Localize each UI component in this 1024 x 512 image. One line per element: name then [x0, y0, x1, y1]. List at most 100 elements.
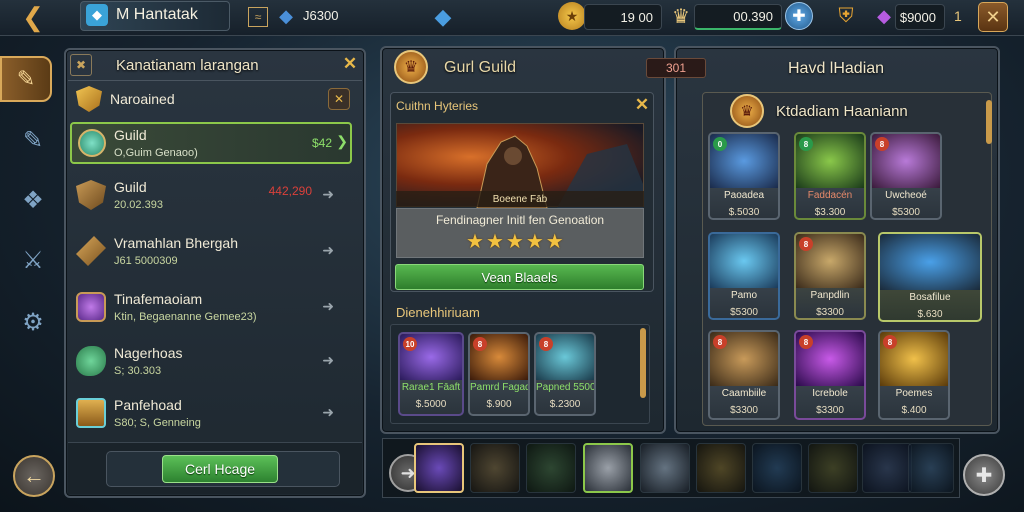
mini-card[interactable]: 10 Rarae1 Fāaft $.5000 — [398, 332, 464, 416]
settings-icon[interactable]: ⚙ — [17, 306, 49, 338]
shop-card[interactable]: Bosafilue $.630 — [878, 232, 982, 322]
card-badge: 8 — [799, 335, 813, 349]
hero-tile[interactable] — [908, 443, 954, 493]
chest-icon — [76, 398, 106, 428]
crystal-icon — [76, 292, 106, 322]
edit-icon[interactable]: ✎ — [17, 124, 49, 156]
shop-card[interactable]: 8 Panpdlin $3300 — [794, 232, 866, 320]
shop-card[interactable]: 8 Icrebole $3300 — [794, 330, 866, 420]
card-name: Uwcheoé — [885, 190, 927, 201]
hero-tile[interactable] — [752, 443, 802, 493]
arrow-right-icon: ➜ — [322, 298, 334, 314]
list-item[interactable]: Panfehoad S80; S, Genneing ➜ — [70, 388, 352, 438]
hero-tile[interactable] — [862, 443, 912, 493]
panel-emblem-icon: ✖ — [70, 54, 92, 76]
shop-card[interactable]: 8 Caambiile $3300 — [708, 330, 780, 420]
shop-card[interactable]: 8 Uwcheoé $5300 — [870, 132, 942, 220]
shop-card[interactable]: 8 Poemes $.400 — [878, 330, 950, 420]
star-icon: ★ — [525, 231, 544, 253]
left-panel-divider — [68, 80, 362, 81]
list-item-value: $42 — [311, 136, 332, 150]
card-price: $.5000 — [415, 399, 447, 410]
hero-tile[interactable] — [414, 443, 464, 493]
hero-tile[interactable] — [696, 443, 746, 493]
hero-tile[interactable] — [583, 443, 633, 493]
mini-card[interactable]: 8 Pamrd Fagada $.900 — [468, 332, 530, 416]
card-badge: 8 — [799, 137, 813, 151]
res-gems-suffix: 1 — [954, 8, 962, 24]
hero-subpanel-close-button[interactable]: ✕ — [632, 95, 652, 115]
quest-scroll-icon[interactable]: ✎ — [0, 56, 52, 102]
hero-action-button[interactable]: Vean Blaaels — [395, 264, 644, 290]
list-item-value: 442,290 — [268, 184, 312, 198]
list-item-sub: S80; S, Genneing — [114, 417, 201, 429]
list-item-title: Nagerhoas — [114, 345, 183, 361]
card-price: $3.300 — [814, 207, 846, 218]
sword-icon[interactable]: ⚔ — [17, 244, 49, 276]
arrow-right-icon: ➜ — [322, 186, 334, 202]
arrow-right-icon: ➜ — [322, 404, 334, 420]
hero-subpanel-title: Cuithn Hyteries — [396, 99, 479, 113]
hero-name: Boeene Fāb — [396, 191, 644, 207]
res-blue-value: 00.390 — [694, 4, 782, 30]
shop-card[interactable]: 0 Paoadea $.5030 — [708, 132, 780, 220]
gem-icon: ◆ — [279, 5, 293, 26]
star-icon: ★ — [466, 231, 484, 253]
card-name: Faddacén — [807, 190, 853, 201]
card-price: $.5030 — [728, 207, 760, 218]
left-panel-close-button[interactable]: ✕ — [340, 54, 360, 74]
back-button[interactable]: ← — [13, 455, 55, 497]
shield-icon — [76, 180, 106, 210]
shop-card[interactable]: 8 Faddacén $3.300 — [794, 132, 866, 220]
list-item[interactable]: Guild O,Guim Genaoo) $42 ❯ — [72, 122, 354, 164]
shop-title: Ktdadiam Haaniann — [776, 103, 908, 120]
compass-icon[interactable]: ❖ — [17, 184, 49, 216]
list-item-title: Tinafemaoiam — [114, 291, 203, 307]
arrow-right-icon: ➜ — [322, 352, 334, 368]
arrowhead-icon — [76, 236, 106, 266]
list-item[interactable]: Vramahlan Bhergah J61 5000309 ➜ — [70, 226, 352, 276]
shop-scrollbar[interactable] — [986, 100, 992, 144]
left-panel-title: Kanatianam larangan — [116, 57, 259, 74]
list-item[interactable]: Nagerhoas S; 30.303 ➜ — [70, 336, 352, 386]
list-item[interactable]: Tinafemaoiam Ktin, Begaenanne Gemee23) ➜ — [70, 282, 352, 332]
list-item-sub: Ktin, Begaenanne Gemee23) — [114, 311, 257, 323]
list-item-title: Guild — [114, 127, 147, 143]
card-badge: 8 — [875, 137, 889, 151]
card-name: Caambiile — [721, 388, 767, 399]
add-button[interactable]: ✚ — [785, 2, 813, 30]
list-item-title: Vramahlan Bhergah — [114, 235, 239, 251]
remove-button[interactable]: ✕ — [328, 88, 350, 110]
star-icon: ★ — [505, 231, 524, 253]
list-item-title: Panfehoad — [114, 397, 182, 413]
hero-emblem-icon: ♛ — [672, 5, 690, 28]
mini-card-scrollbar[interactable] — [640, 328, 646, 398]
player-name: M Hantatak — [116, 6, 198, 23]
list-item-title: Guild — [114, 179, 147, 195]
card-art — [710, 234, 778, 288]
card-price: $3300 — [816, 405, 844, 416]
star-rating: ★ ★ ★ ★ ★ — [466, 231, 576, 253]
close-icon[interactable]: ✕ — [978, 2, 1008, 32]
list-item[interactable]: Naroained — [70, 84, 356, 114]
hero-tile[interactable] — [526, 443, 576, 493]
hero-tile[interactable] — [470, 443, 520, 493]
footer-button[interactable]: Cerl Hcage — [162, 455, 278, 483]
card-badge: 10 — [403, 337, 417, 351]
hero-tile[interactable] — [640, 443, 690, 493]
back-arrow-icon[interactable]: ❮ — [10, 2, 56, 32]
list-item-sub: S; 30.303 — [114, 365, 162, 377]
guild-emblem-icon — [78, 129, 106, 157]
card-price: $3300 — [816, 307, 844, 318]
gold-emblem-icon: ★ — [558, 2, 586, 30]
currency1-value: J6300 — [303, 8, 339, 23]
card-price: $5300 — [892, 207, 920, 218]
counter-badge: 301 — [646, 58, 706, 78]
hero-tile[interactable] — [808, 443, 858, 493]
card-name: Poemes — [895, 388, 933, 399]
list-item[interactable]: Guild 20.02.393 442,290 ➜ — [70, 170, 352, 220]
card-name: Rarae1 Fāaft — [401, 382, 461, 393]
shop-card[interactable]: Pamo $5300 — [708, 232, 780, 320]
mini-card[interactable]: 8 Papned 5500 $.2300 — [534, 332, 596, 416]
strip-next-button[interactable]: ✚ — [963, 454, 1005, 496]
